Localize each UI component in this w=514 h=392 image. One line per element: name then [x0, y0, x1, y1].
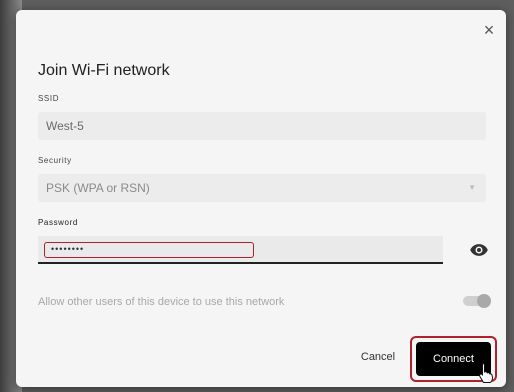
cancel-button[interactable]: Cancel — [352, 346, 404, 368]
security-value: PSK (WPA or RSN) — [46, 181, 150, 195]
toggle-thumb — [477, 294, 491, 308]
share-network-label: Allow other users of this device to use … — [38, 296, 285, 308]
ssid-field: West-5 — [38, 112, 486, 140]
hand-cursor-icon — [479, 363, 493, 383]
ssid-label: SSID — [38, 94, 60, 103]
password-input[interactable]: •••••••• — [44, 242, 254, 258]
password-field[interactable]: •••••••• — [38, 236, 443, 264]
password-label: Password — [38, 218, 78, 227]
eye-icon[interactable] — [469, 240, 489, 260]
ssid-value: West-5 — [46, 119, 84, 133]
close-icon[interactable]: × — [479, 20, 499, 40]
dropdown-arrow-icon: ▼ — [468, 183, 476, 192]
join-wifi-dialog: × Join Wi-Fi network SSID West-5 Securit… — [16, 10, 506, 387]
security-dropdown: PSK (WPA or RSN) ▼ — [38, 174, 486, 202]
share-network-toggle[interactable] — [463, 294, 491, 308]
security-label: Security — [38, 156, 72, 165]
dialog-title: Join Wi-Fi network — [38, 62, 170, 79]
